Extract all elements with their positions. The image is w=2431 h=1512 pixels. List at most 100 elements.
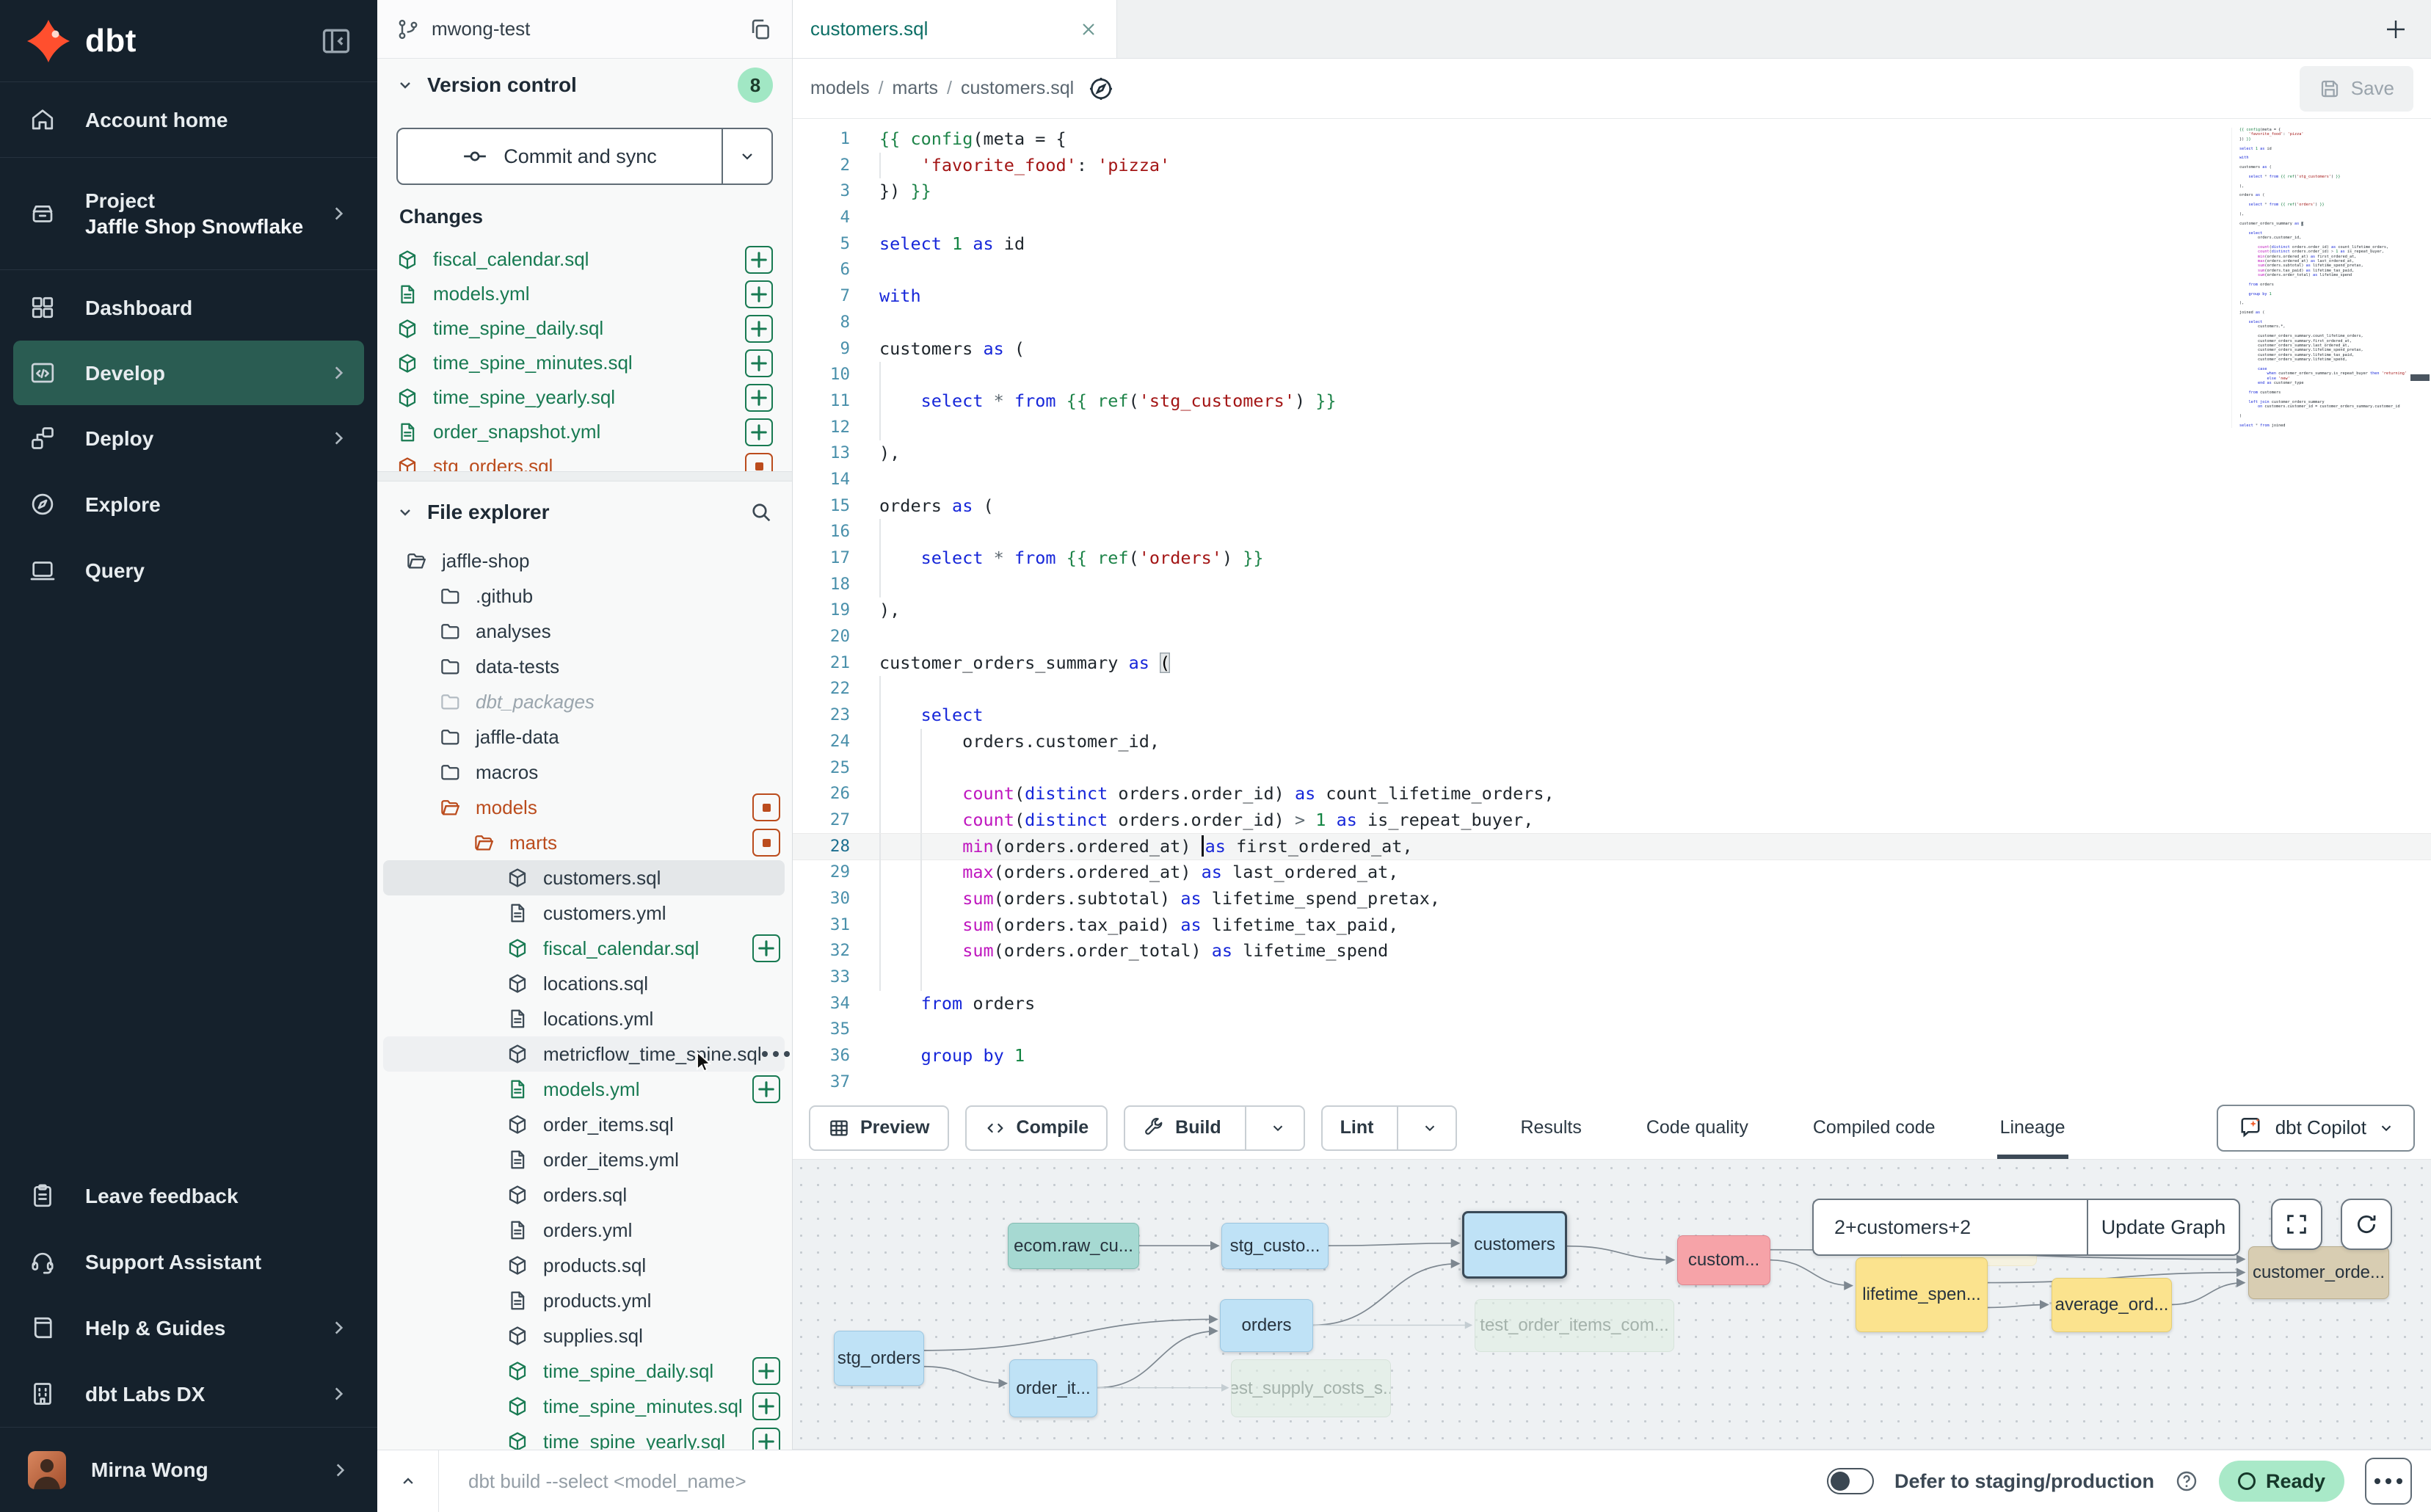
modified-badge[interactable] — [745, 453, 773, 472]
version-control-header[interactable]: Version control 8 — [377, 59, 792, 112]
breadcrumb-marts[interactable]: marts — [893, 78, 939, 98]
minimap[interactable]: {{ config(meta = { 'favorite_food': 'piz… — [2231, 128, 2406, 428]
sidebar-item-dbt-labs-dx[interactable]: dbt Labs DX — [0, 1361, 377, 1427]
change-item-order-snapshot-yml[interactable]: order_snapshot.yml — [396, 415, 773, 449]
compass-icon[interactable] — [1087, 75, 1115, 103]
modified-badge[interactable] — [752, 829, 780, 857]
file-tree-item-products-yml[interactable]: products.yml — [383, 1283, 785, 1318]
sidebar-item-develop[interactable]: Develop — [13, 341, 364, 405]
dbt-copilot-button[interactable]: dbt Copilot — [2217, 1105, 2415, 1152]
close-icon[interactable] — [1078, 19, 1099, 40]
file-tree-item-orders-sql[interactable]: orders.sql — [383, 1177, 785, 1213]
row-menu-icon[interactable] — [762, 1051, 790, 1057]
sidebar-item-dashboard[interactable]: Dashboard — [0, 275, 377, 341]
tab-customers-sql[interactable]: customers.sql — [793, 0, 1117, 58]
preview-button[interactable]: Preview — [809, 1105, 949, 1151]
commit-options-caret[interactable] — [723, 129, 771, 183]
branch-name[interactable]: mwong-test — [432, 18, 530, 40]
file-tree-item-macros[interactable]: macros — [383, 755, 785, 790]
user-row[interactable]: Mirna Wong — [0, 1427, 377, 1512]
panel-tab-code-quality[interactable]: Code quality — [1646, 1097, 1748, 1159]
change-item-time-spine-minutes-sql[interactable]: time_spine_minutes.sql — [396, 346, 773, 380]
file-tree-item-products-sql[interactable]: products.sql — [383, 1248, 785, 1283]
lineage-node-stg_orders[interactable]: stg_orders — [834, 1331, 924, 1386]
status-badge[interactable]: Ready — [2219, 1461, 2344, 1502]
file-tree-item-customers-sql[interactable]: customers.sql — [383, 860, 785, 895]
code-editor[interactable]: 1{{ config(meta = {2 'favorite_food': 'p… — [793, 119, 2431, 1097]
sidebar-item-support-assistant[interactable]: Support Assistant — [0, 1229, 377, 1295]
chevron-down-icon[interactable] — [1422, 1120, 1438, 1136]
file-tree-item-time-spine-daily-sql[interactable]: time_spine_daily.sql — [383, 1353, 785, 1389]
added-badge[interactable] — [745, 246, 773, 274]
file-tree-item-models[interactable]: models — [383, 790, 785, 825]
file-tree-item-fiscal-calendar-sql[interactable]: fiscal_calendar.sql — [383, 931, 785, 966]
copy-icon[interactable] — [748, 17, 773, 42]
lineage-node-stg_customers[interactable]: stg_custo... — [1221, 1223, 1329, 1269]
commit-and-sync-button[interactable]: Commit and sync — [396, 128, 773, 185]
chevron-down-icon[interactable] — [1270, 1120, 1286, 1136]
save-button[interactable]: Save — [2300, 66, 2413, 112]
panel-splitter[interactable] — [377, 471, 792, 481]
refresh-button[interactable] — [2341, 1199, 2392, 1250]
added-badge[interactable] — [752, 1075, 780, 1103]
file-explorer-header[interactable]: File explorer — [377, 481, 792, 543]
file-tree-item-time-spine-minutes-sql[interactable]: time_spine_minutes.sql — [383, 1389, 785, 1424]
modified-badge[interactable] — [752, 793, 780, 821]
help-icon[interactable] — [2175, 1469, 2198, 1493]
sidebar-collapse-icon[interactable] — [320, 25, 352, 57]
sidebar-item-help-guides[interactable]: Help & Guides — [0, 1295, 377, 1361]
scrollbar-thumb[interactable] — [2410, 374, 2430, 381]
breadcrumb-file[interactable]: customers.sql — [961, 78, 1074, 98]
file-tree-item-analyses[interactable]: analyses — [383, 614, 785, 649]
change-item-time-spine-yearly-sql[interactable]: time_spine_yearly.sql — [396, 380, 773, 415]
file-tree-item-models-yml[interactable]: models.yml — [383, 1072, 785, 1107]
sidebar-item-deploy[interactable]: Deploy — [0, 405, 377, 471]
added-badge[interactable] — [745, 418, 773, 446]
file-tree-item-time-spine-yearly-sql[interactable]: time_spine_yearly.sql — [383, 1424, 785, 1450]
sidebar-item-project[interactable]: ProjectJaffle Shop Snowflake — [0, 162, 377, 265]
file-tree-item-orders-yml[interactable]: orders.yml — [383, 1213, 785, 1248]
file-tree-item-jaffle-shop[interactable]: jaffle-shop — [383, 543, 785, 578]
panel-tab-compiled-code[interactable]: Compiled code — [1813, 1097, 1936, 1159]
lineage-node-test_supply[interactable]: test_supply_costs_s... — [1231, 1359, 1391, 1417]
file-tree-item-order-items-sql[interactable]: order_items.sql — [383, 1107, 785, 1142]
file-tree-item-github[interactable]: .github — [383, 578, 785, 614]
added-badge[interactable] — [745, 384, 773, 412]
lineage-node-customers_pink[interactable]: custom... — [1677, 1235, 1770, 1285]
file-tree-item-locations-yml[interactable]: locations.yml — [383, 1001, 785, 1036]
added-badge[interactable] — [745, 349, 773, 377]
lineage-node-customers[interactable]: customers — [1462, 1211, 1567, 1279]
lineage-node-ecom[interactable]: ecom.raw_cu... — [1008, 1223, 1139, 1269]
lineage-node-order_items[interactable]: order_it... — [1009, 1359, 1097, 1417]
file-tree-item-order-items-yml[interactable]: order_items.yml — [383, 1142, 785, 1177]
file-tree-item-marts[interactable]: marts — [383, 825, 785, 860]
lineage-search-input[interactable]: 2+customers+2 — [1814, 1200, 2087, 1254]
build-button[interactable]: Build — [1124, 1105, 1305, 1151]
compile-button[interactable]: Compile — [965, 1105, 1108, 1151]
file-tree-item-data-tests[interactable]: data-tests — [383, 649, 785, 684]
added-badge[interactable] — [745, 280, 773, 308]
change-item-time-spine-daily-sql[interactable]: time_spine_daily.sql — [396, 311, 773, 346]
file-tree-item-dbt-packages[interactable]: dbt_packages — [383, 684, 785, 719]
lint-button[interactable]: Lint — [1321, 1105, 1458, 1151]
new-tab-icon[interactable] — [2383, 16, 2409, 43]
panel-tab-results[interactable]: Results — [1520, 1097, 1581, 1159]
added-badge[interactable] — [752, 1428, 780, 1450]
added-badge[interactable] — [752, 1357, 780, 1385]
change-item-models-yml[interactable]: models.yml — [396, 277, 773, 311]
panel-tab-lineage[interactable]: Lineage — [2000, 1097, 2065, 1159]
file-tree-item-supplies-sql[interactable]: supplies.sql — [383, 1318, 785, 1353]
expand-command-bar-button[interactable] — [377, 1450, 439, 1512]
defer-toggle[interactable] — [1827, 1468, 1874, 1494]
sidebar-item-leave-feedback[interactable]: Leave feedback — [0, 1163, 377, 1229]
lineage-node-test_order_items[interactable]: test_order_items_com... — [1475, 1299, 1674, 1352]
sidebar-item-account-home[interactable]: Account home — [0, 87, 377, 153]
lineage-node-average_order[interactable]: average_ord... — [2052, 1278, 2172, 1332]
sidebar-item-query[interactable]: Query — [0, 537, 377, 603]
lineage-node-lifetime_spend[interactable]: lifetime_spen... — [1856, 1257, 1988, 1332]
lineage-node-customer_orders[interactable]: customer_orde... — [2248, 1246, 2389, 1299]
file-tree-item-locations-sql[interactable]: locations.sql — [383, 966, 785, 1001]
more-options-button[interactable] — [2365, 1458, 2412, 1505]
breadcrumb-models[interactable]: models — [810, 78, 870, 98]
update-graph-button[interactable]: Update Graph — [2088, 1200, 2239, 1254]
